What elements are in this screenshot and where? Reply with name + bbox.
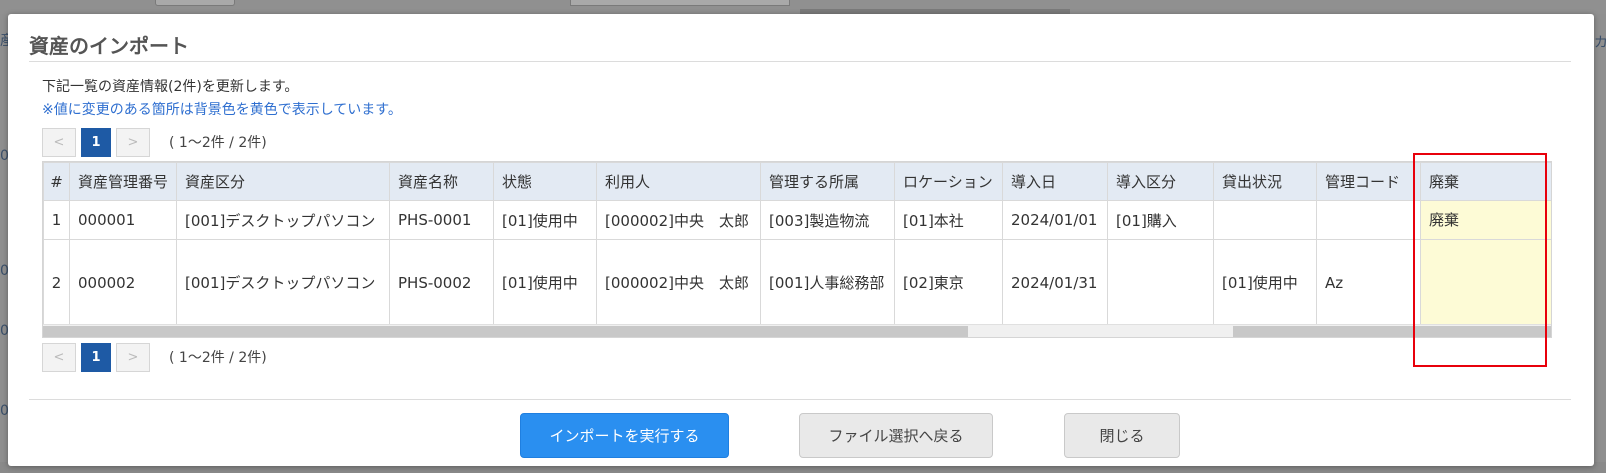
close-button[interactable]: 閉じる [1064, 413, 1180, 458]
prev-page-button[interactable]: < [42, 342, 76, 372]
cell-lending [1213, 200, 1317, 240]
column-header-number: # [43, 162, 70, 201]
column-header-department: 管理する所属 [760, 162, 895, 201]
cell-category: [001]デスクトップパソコン [176, 200, 390, 240]
cell-status: [01]使用中 [493, 239, 597, 326]
cell-asset-name: PHS-0001 [389, 200, 494, 240]
cell-intro-date: 2024/01/01 [1002, 200, 1108, 240]
page-1-button[interactable]: 1 [81, 342, 111, 372]
column-header-intro-date: 導入日 [1002, 162, 1108, 201]
background-button [155, 0, 235, 6]
prev-page-button[interactable]: < [42, 127, 76, 157]
background-field [570, 0, 790, 6]
table-row: 2 000002 [001]デスクトップパソコン PHS-0002 [01]使用… [43, 239, 1551, 326]
page-range-info: ( 1～2件 / 2件) [169, 135, 267, 151]
column-header-category: 資産区分 [176, 162, 390, 201]
cell-intro-date: 2024/01/31 [1002, 239, 1108, 326]
title-divider [29, 61, 1571, 62]
column-header-lending: 貸出状況 [1213, 162, 1317, 201]
column-header-user: 利用人 [596, 162, 761, 201]
dialog-title: 資産のインポート [29, 34, 189, 58]
column-header-location: ロケーション [894, 162, 1003, 201]
cell-asset-no: 000001 [69, 200, 177, 240]
cell-mgmt-code: Az [1316, 239, 1421, 326]
column-header-asset-no: 資産管理番号 [69, 162, 177, 201]
changed-cells-note: ※値に変更のある箇所は背景色を黄色で表示しています。 [42, 102, 402, 118]
next-page-button[interactable]: > [116, 127, 150, 157]
cell-lending: [01]使用中 [1213, 239, 1317, 326]
cell-location: [01]本社 [894, 200, 1003, 240]
cell-status: [01]使用中 [493, 200, 597, 240]
background-text-fragment: カ [1594, 35, 1606, 51]
cell-user: [000002]中央 太郎 [596, 239, 761, 326]
back-to-file-select-button[interactable]: ファイル選択へ戻る [799, 413, 993, 458]
cell-mgmt-code [1316, 200, 1421, 240]
cell-number: 1 [43, 200, 70, 240]
horizontal-scrollbar[interactable] [43, 324, 1551, 337]
pagination-top: < 1 > ( 1～2件 / 2件) [42, 127, 267, 157]
cell-intro-type: [01]購入 [1107, 200, 1214, 240]
disposal-column-highlight [1413, 153, 1547, 367]
page-range-info: ( 1～2件 / 2件) [169, 350, 267, 366]
cell-intro-type [1107, 239, 1214, 326]
cell-department: [001]人事総務部 [760, 239, 895, 326]
cell-asset-no: 000002 [69, 239, 177, 326]
footer-divider [29, 399, 1571, 400]
table-row: 1 000001 [001]デスクトップパソコン PHS-0001 [01]使用… [43, 200, 1551, 240]
execute-import-button[interactable]: インポートを実行する [520, 413, 729, 458]
import-preview-table: # 資産管理番号 資産区分 資産名称 状態 利用人 管理する所属 ロケーション … [42, 161, 1552, 338]
cell-asset-name: PHS-0002 [389, 239, 494, 326]
cell-category: [001]デスクトップパソコン [176, 239, 390, 326]
import-dialog: 資産のインポート 下記一覧の資産情報(2件)を更新します。 ※値に変更のある箇所… [8, 14, 1594, 466]
cell-location: [02]東京 [894, 239, 1003, 326]
next-page-button[interactable]: > [116, 342, 150, 372]
column-header-status: 状態 [493, 162, 597, 201]
cell-department: [003]製造物流 [760, 200, 895, 240]
column-header-asset-name: 資産名称 [389, 162, 494, 201]
cell-user: [000002]中央 太郎 [596, 200, 761, 240]
column-header-intro-type: 導入区分 [1107, 162, 1214, 201]
column-header-mgmt-code: 管理コード [1316, 162, 1421, 201]
background-toolbar [0, 0, 1606, 14]
page-1-button[interactable]: 1 [81, 127, 111, 157]
scrollbar-thumb[interactable] [43, 326, 968, 337]
table-header-row: # 資産管理番号 資産区分 資産名称 状態 利用人 管理する所属 ロケーション … [43, 162, 1551, 201]
cell-number: 2 [43, 239, 70, 326]
pagination-bottom: < 1 > ( 1～2件 / 2件) [42, 342, 267, 372]
update-message: 下記一覧の資産情報(2件)を更新します。 [42, 79, 299, 95]
